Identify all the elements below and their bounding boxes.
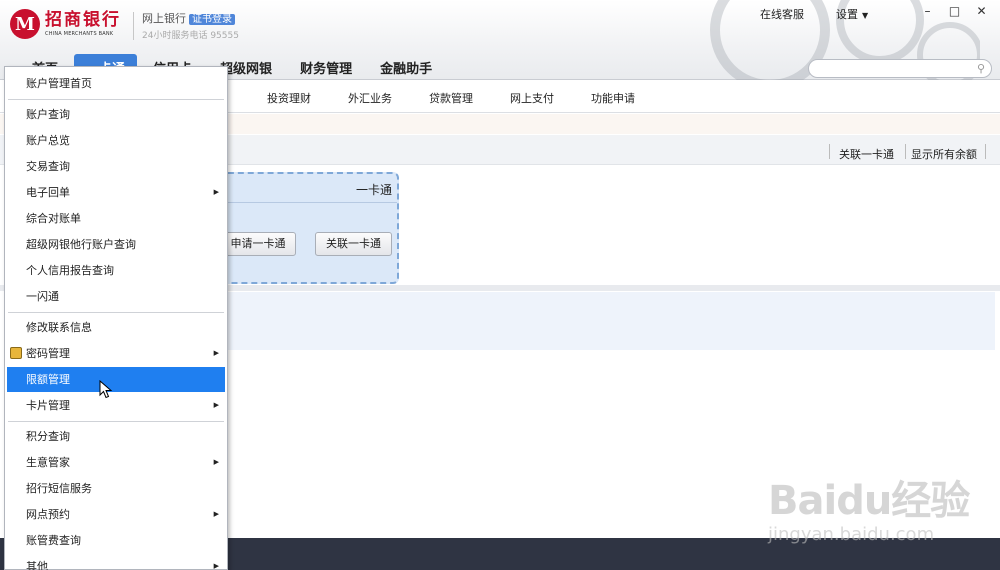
subnav-forex[interactable]: 外汇业务: [348, 90, 392, 106]
nav-tab-assistant[interactable]: 金融助手: [368, 54, 444, 80]
logo-divider: [133, 12, 134, 40]
menu-item-label: 密码管理: [26, 347, 70, 360]
apply-card-button[interactable]: 申请一卡通: [220, 232, 296, 256]
menu-item-business-steward[interactable]: 生意管家 ▶: [7, 450, 225, 475]
menu-item-account-query[interactable]: 账户查询: [7, 102, 225, 127]
menu-item-quickpass[interactable]: 一闪通: [7, 284, 225, 309]
subnav-online-payment[interactable]: 网上支付: [510, 90, 554, 106]
menu-item-label: 超级网银他行账户查询: [26, 238, 136, 251]
account-dropdown-menu: 账户管理首页 账户查询 账户总览 交易查询 电子回单 ▶ 综合对账单 超级网银他行…: [4, 66, 228, 570]
watermark-url: jingyan.baidu.com: [768, 524, 935, 545]
menu-item-label: 其他: [26, 560, 48, 570]
card-panel-title: 一卡通: [355, 183, 392, 197]
toolbar-divider: [985, 144, 986, 159]
subnav-function-apply[interactable]: 功能申请: [591, 90, 635, 106]
menu-item-e-receipt[interactable]: 电子回单 ▶: [7, 180, 225, 205]
bank-name-cn: 招商银行: [45, 10, 121, 30]
link-card-link[interactable]: 关联一卡通: [839, 146, 894, 162]
submenu-arrow-icon: ▶: [213, 562, 219, 570]
menu-separator: [8, 421, 224, 422]
menu-item-label: 卡片管理: [26, 399, 70, 412]
menu-item-transaction-query[interactable]: 交易查询: [7, 154, 225, 179]
menu-item-label: 综合对账单: [26, 212, 81, 225]
menu-item-label: 电子回单: [26, 186, 70, 199]
search-icon[interactable]: ⚲: [977, 62, 985, 75]
settings-menu[interactable]: 设置 ▼: [836, 6, 868, 22]
info-panel: [228, 292, 995, 350]
ebank-label: 网上银行 证书登录: [142, 12, 235, 27]
submenu-arrow-icon: ▶: [213, 349, 219, 357]
menu-item-credit-report[interactable]: 个人信用报告查询: [7, 258, 225, 283]
menu-item-points[interactable]: 积分查询: [7, 424, 225, 449]
menu-item-account-home[interactable]: 账户管理首页: [7, 71, 225, 96]
menu-item-fee-query[interactable]: 账管费查询: [7, 528, 225, 553]
menu-item-label: 账户总览: [26, 134, 70, 147]
menu-separator: [8, 99, 224, 100]
menu-item-label: 积分查询: [26, 430, 70, 443]
subnav-loans[interactable]: 贷款管理: [429, 90, 473, 106]
menu-item-label: 网点预约: [26, 508, 70, 521]
menu-item-account-overview[interactable]: 账户总览: [7, 128, 225, 153]
menu-item-label: 修改联系信息: [26, 321, 92, 334]
menu-item-statement[interactable]: 综合对账单: [7, 206, 225, 231]
menu-item-label: 一闪通: [26, 290, 59, 303]
submenu-arrow-icon: ▶: [213, 401, 219, 409]
search-input[interactable]: ⚲: [808, 59, 992, 78]
menu-separator: [8, 312, 224, 313]
window-controls: – □ ✕: [914, 3, 995, 21]
nav-tab-finance[interactable]: 财务管理: [288, 54, 364, 80]
bank-name-en: CHINA MERCHANTS BANK: [45, 31, 114, 37]
menu-item-label: 账户查询: [26, 108, 70, 121]
menu-item-label: 账管费查询: [26, 534, 81, 547]
close-icon[interactable]: ✕: [968, 3, 995, 21]
link-card-button[interactable]: 关联一卡通: [315, 232, 392, 256]
menu-item-card-management[interactable]: 卡片管理 ▶: [7, 393, 225, 418]
caret-down-icon: ▼: [862, 11, 869, 20]
submenu-arrow-icon: ▶: [213, 458, 219, 466]
baidu-watermark: Baidu经验 jingyan.baidu.com: [768, 468, 970, 545]
menu-item-other-bank-query[interactable]: 超级网银他行账户查询: [7, 232, 225, 257]
toolbar-divider: [905, 144, 906, 159]
submenu-arrow-icon: ▶: [213, 510, 219, 518]
cert-login-badge: 证书登录: [189, 14, 235, 25]
menu-item-contact-info[interactable]: 修改联系信息: [7, 315, 225, 340]
ebank-title: 网上银行: [142, 12, 186, 25]
maximize-icon[interactable]: □: [941, 3, 968, 21]
watermark-logo: Baidu经验: [768, 478, 970, 524]
menu-item-label: 账户管理首页: [26, 77, 92, 90]
show-balance-link[interactable]: 显示所有余额: [911, 146, 977, 162]
bank-logo[interactable]: M 招商银行 CHINA MERCHANTS BANK: [10, 9, 121, 39]
settings-label: 设置: [836, 8, 858, 21]
menu-item-limit-management[interactable]: 限额管理: [7, 367, 225, 392]
subnav-investment[interactable]: 投资理财: [267, 90, 311, 106]
cmb-logo-icon: M: [10, 9, 40, 39]
hotline-text: 24小时服务电话 95555: [142, 31, 239, 41]
menu-item-password[interactable]: 密码管理 ▶: [7, 341, 225, 366]
lock-icon: [10, 347, 22, 359]
menu-item-label: 交易查询: [26, 160, 70, 173]
menu-item-branch-booking[interactable]: 网点预约 ▶: [7, 502, 225, 527]
card-panel-divider: [218, 202, 397, 203]
minimize-icon[interactable]: –: [914, 3, 941, 21]
submenu-arrow-icon: ▶: [213, 188, 219, 196]
menu-item-label: 个人信用报告查询: [26, 264, 114, 277]
card-panel: 一卡通 申请一卡通 关联一卡通: [218, 172, 399, 284]
menu-item-label: 限额管理: [26, 373, 70, 386]
menu-item-label: 生意管家: [26, 456, 70, 469]
menu-item-other[interactable]: 其他 ▶: [7, 554, 225, 570]
toolbar-divider: [829, 144, 830, 159]
menu-item-label: 招行短信服务: [26, 482, 92, 495]
online-service-link[interactable]: 在线客服: [760, 6, 804, 22]
menu-item-sms-service[interactable]: 招行短信服务: [7, 476, 225, 501]
